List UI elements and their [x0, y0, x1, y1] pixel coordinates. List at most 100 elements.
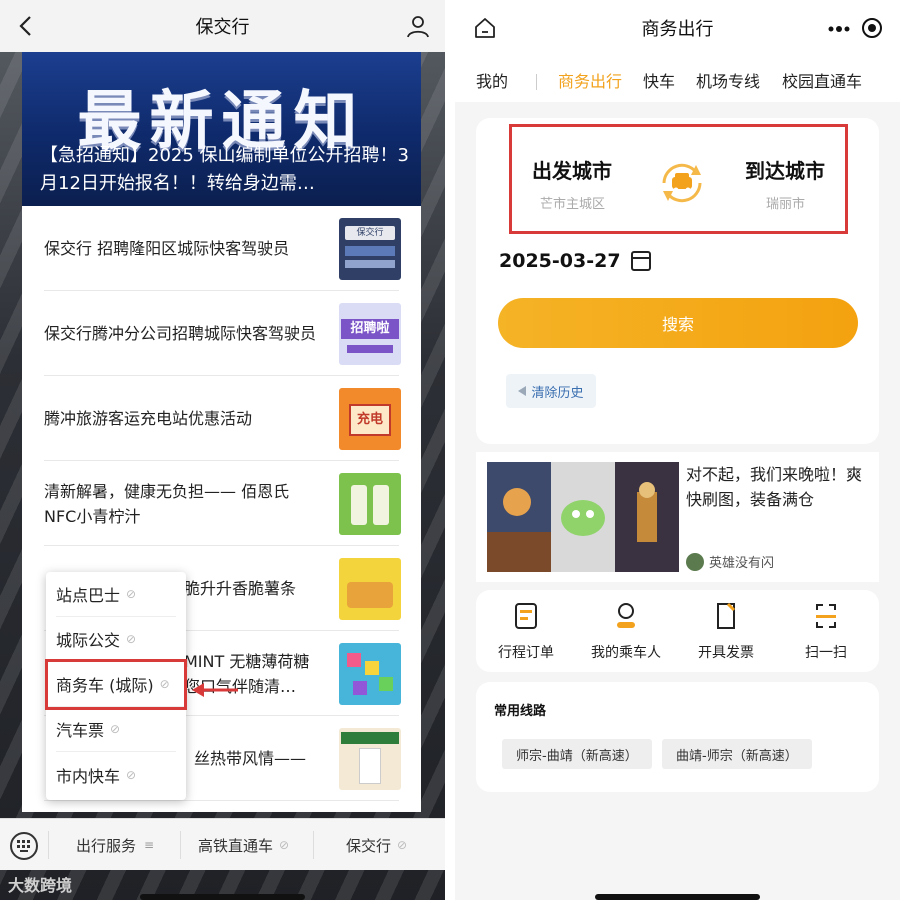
news-item[interactable]: 保交行腾冲分公司招聘城际快客驾驶员 招聘啦 — [44, 291, 401, 376]
right-header: 商务出行 — [455, 0, 900, 56]
route-chip[interactable]: 师宗-曲靖（新高速） — [502, 739, 652, 769]
more-icon[interactable] — [828, 26, 850, 32]
quick-item-label: 行程订单 — [498, 645, 554, 661]
tab-airport[interactable]: 机场专线 — [696, 68, 760, 92]
news-title: 腾冲旅游客运充电站优惠活动 — [44, 409, 253, 428]
news-item[interactable]: 保交行 招聘隆阳区城际快客驾驶员 保交行 — [44, 206, 401, 291]
link-icon: ⊘ — [126, 632, 137, 646]
menu-item-label: 汽车票 — [56, 721, 105, 740]
search-button[interactable]: 搜索 — [498, 298, 858, 348]
author-name: 英雄没有闪 — [709, 556, 775, 571]
city-selector: 出发城市 芒市主城区 到达城市 瑞丽市 — [509, 124, 848, 234]
news-item[interactable]: 清新解暑，健康无负担—— 佰恩氏NFC小青柠汁 — [44, 461, 401, 546]
date-selector[interactable]: 2025-03-27 — [499, 250, 651, 272]
clear-history-button[interactable]: 清除历史 — [506, 374, 596, 408]
quick-item-passengers[interactable]: 我的乘车人 — [586, 602, 666, 662]
invoice-icon — [717, 602, 736, 629]
link-icon: ⊘ — [397, 838, 408, 852]
news-title: 保交行腾冲分公司招聘城际快客驾驶员 — [44, 324, 317, 343]
tab-campus[interactable]: 校园直通车 — [782, 68, 862, 92]
close-miniprogram-icon[interactable] — [862, 18, 882, 38]
screenshot-root: 保交行 最新通知 【急招通知】2025 保山编制单位公开招聘！3月12日开始报名… — [0, 0, 900, 900]
menu-item-intercity-bus[interactable]: 城际公交 ⊘ — [56, 617, 176, 662]
home-indicator — [595, 894, 760, 900]
quick-item-scan[interactable]: 扫一扫 — [786, 602, 866, 662]
clear-history-label: 清除历史 — [531, 385, 584, 401]
ad-image — [487, 462, 679, 572]
menu-tab-brand[interactable]: 保交行 ⊘ — [346, 819, 407, 871]
menu-item-label: 商务车 (城际) — [56, 676, 154, 695]
menu-tab-label: 高铁直通车 — [198, 836, 274, 855]
user-icon[interactable] — [405, 12, 431, 40]
menu-item-business-car[interactable]: 商务车 (城际) ⊘ — [45, 659, 187, 710]
menu-item-station-bus[interactable]: 站点巴士 ⊘ — [56, 572, 176, 617]
menu-tab-label: 出行服务 — [76, 836, 137, 855]
news-thumbnail — [339, 473, 401, 535]
link-icon: ⊘ — [279, 838, 290, 852]
quick-item-invoice[interactable]: 开具发票 — [686, 602, 766, 662]
tab-mine[interactable]: 我的 — [476, 68, 508, 92]
page-title: 商务出行 — [641, 19, 714, 40]
calendar-icon — [630, 251, 651, 271]
tab-express[interactable]: 快车 — [643, 68, 675, 92]
swap-car-icon[interactable] — [652, 153, 712, 213]
quick-item-label: 我的乘车人 — [591, 645, 661, 661]
menu-tab-travel-service[interactable]: 出行服务 ≡ — [76, 819, 154, 871]
menu-item-city-express[interactable]: 市内快车 ⊘ — [56, 752, 176, 797]
category-tabs: 我的 商务出行 快车 机场专线 校园直通车 — [455, 56, 900, 102]
route-chip[interactable]: 曲靖-师宗（新高速） — [662, 739, 812, 769]
thumb-label: 保交行 — [345, 226, 395, 240]
news-thumbnail: 保交行 — [339, 218, 401, 280]
service-popup-menu: 站点巴士 ⊘ 城际公交 ⊘ 商务车 (城际) ⊘ 汽车票 ⊘ 市内快车 ⊘ — [45, 572, 187, 800]
link-icon: ⊘ — [159, 677, 170, 691]
order-icon — [515, 603, 537, 629]
ad-card[interactable]: 对不起，我们来晚啦！爽快刷图，装备满仓 英雄没有闪 — [476, 452, 879, 582]
tab-business-travel[interactable]: 商务出行 — [558, 68, 622, 92]
routes-title: 常用线路 — [494, 704, 547, 719]
arrow-left-icon — [192, 683, 238, 697]
clear-icon — [518, 386, 527, 396]
bottom-menu-bar: 出行服务 ≡ 高铁直通车 ⊘ 保交行 ⊘ — [0, 818, 445, 870]
ad-author: 英雄没有闪 — [686, 552, 774, 571]
home-icon[interactable] — [473, 16, 497, 40]
menu-tab-rail-express[interactable]: 高铁直通车 ⊘ — [198, 819, 289, 871]
right-screen: 商务出行 我的 商务出行 快车 机场专线 校园直通车 出发城市 芒市主城区 到达… — [455, 0, 900, 900]
quick-item-label: 扫一扫 — [805, 645, 847, 661]
booking-panel: 出发城市 芒市主城区 到达城市 瑞丽市 2025-03-27 搜索 清除历史 — [476, 118, 879, 444]
menu-item-bus-ticket[interactable]: 汽车票 ⊘ — [56, 707, 176, 752]
scan-icon — [816, 604, 836, 628]
news-item[interactable]: 腾冲旅游客运充电站优惠活动 充电 — [44, 376, 401, 461]
thumb-label: 充电 — [349, 404, 391, 436]
back-icon[interactable] — [12, 12, 38, 40]
news-title: 清新解暑，健康无负担—— 佰恩氏NFC小青柠汁 — [44, 481, 290, 526]
news-thumbnail — [339, 558, 401, 620]
thumb-label: 招聘啦 — [341, 319, 399, 339]
news-thumbnail: 招聘啦 — [339, 303, 401, 365]
news-thumbnail — [339, 643, 401, 705]
left-screen: 保交行 最新通知 【急招通知】2025 保山编制单位公开招聘！3月12日开始报名… — [0, 0, 445, 900]
left-header: 保交行 — [0, 0, 445, 52]
link-icon: ⊘ — [126, 587, 137, 601]
passenger-icon — [617, 603, 635, 628]
departure-city-value: 芒市主城区 — [540, 197, 606, 212]
quick-item-orders[interactable]: 行程订单 — [486, 602, 566, 662]
arrival-city-button[interactable]: 到达城市 — [745, 155, 825, 184]
menu-item-label: 市内快车 — [56, 766, 121, 786]
departure-city-button[interactable]: 出发城市 — [532, 155, 612, 184]
news-title: 保交行 招聘隆阳区城际快客驾驶员 — [44, 239, 290, 258]
date-value: 2025-03-27 — [499, 250, 621, 272]
notice-banner[interactable]: 最新通知 【急招通知】2025 保山编制单位公开招聘！3月12日开始报名！！转给… — [22, 52, 421, 206]
common-routes: 常用线路 师宗-曲靖（新高速） 曲靖-师宗（新高速） — [476, 682, 879, 792]
page-title: 保交行 — [195, 17, 250, 38]
news-thumbnail — [339, 728, 401, 790]
keyboard-icon[interactable] — [10, 832, 38, 860]
banner-subtitle: 【急招通知】2025 保山编制单位公开招聘！3月12日开始报名！！转给身边需… — [40, 145, 409, 194]
arrival-city-value: 瑞丽市 — [765, 197, 805, 212]
menu-item-label: 站点巴士 — [56, 586, 121, 605]
ad-title: 对不起，我们来晚啦！爽快刷图，装备满仓 — [686, 465, 863, 509]
quick-actions: 行程订单 我的乘车人 开具发票 扫一扫 — [476, 590, 879, 672]
menu-item-label: 城际公交 — [56, 631, 121, 650]
home-indicator — [140, 894, 305, 900]
menu-tab-label: 保交行 — [346, 836, 392, 855]
quick-item-label: 开具发票 — [698, 645, 754, 661]
